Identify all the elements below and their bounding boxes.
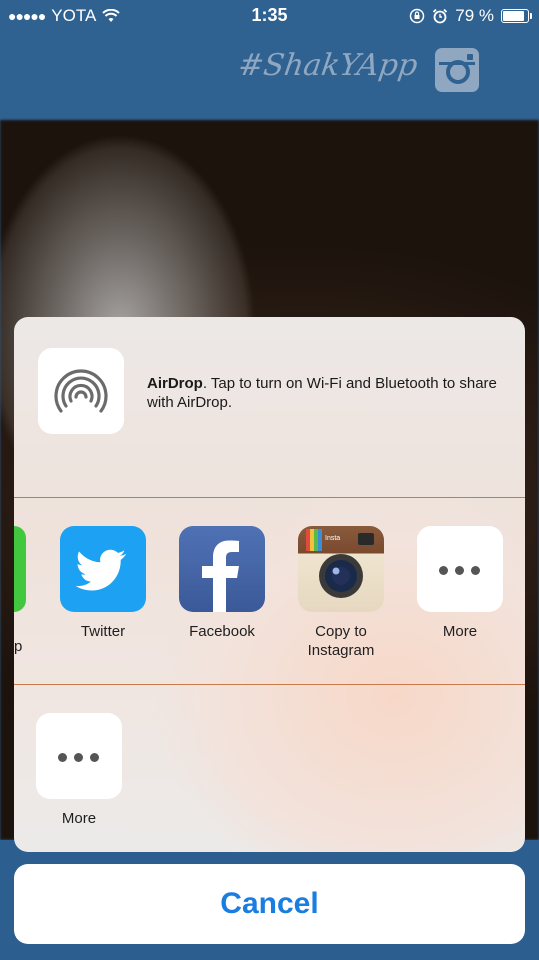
- status-bar: ●●●●● YOTA 1:35 79 %: [0, 0, 539, 32]
- battery-percent: 79 %: [455, 6, 494, 25]
- battery-icon: [501, 9, 532, 23]
- svg-text:Insta: Insta: [325, 535, 340, 542]
- twitter-icon: [60, 526, 146, 612]
- app-header: ●●●●● YOTA 1:35 79 % #ShakYApp: [0, 0, 539, 120]
- airdrop-title: AirDrop: [147, 375, 203, 392]
- share-apps-row: p Twitter Facebook Insta Copy to Instagr…: [14, 498, 525, 684]
- copy-to-instagram-label: Copy to Instagram: [307, 623, 375, 659]
- airdrop-icon[interactable]: [38, 348, 124, 434]
- alarm-icon: [433, 8, 448, 24]
- airdrop-row[interactable]: AirDrop. Tap to turn on Wi-Fi and Blueto…: [14, 317, 525, 497]
- share-more[interactable]: More: [410, 526, 510, 641]
- facebook-label: Facebook: [189, 623, 255, 640]
- instagram-icon[interactable]: [435, 48, 479, 92]
- airdrop-description: AirDrop. Tap to turn on Wi-Fi and Blueto…: [147, 374, 507, 412]
- share-copy-to-instagram[interactable]: Insta Copy to Instagram: [291, 526, 391, 660]
- facebook-icon: [179, 526, 265, 612]
- more-label: More: [442, 623, 478, 640]
- cancel-button[interactable]: Cancel: [14, 864, 525, 944]
- more-dots-icon: [36, 713, 122, 799]
- instagram-camera-icon: Insta: [298, 526, 384, 612]
- share-twitter[interactable]: Twitter: [53, 526, 153, 641]
- share-sheet: AirDrop. Tap to turn on Wi-Fi and Blueto…: [14, 317, 525, 852]
- app-title: #ShakYApp: [236, 48, 420, 83]
- messages-app-icon[interactable]: [14, 526, 26, 612]
- share-facebook[interactable]: Facebook: [172, 526, 272, 641]
- action-more[interactable]: More: [29, 713, 129, 828]
- share-actions-row: More: [14, 685, 525, 852]
- twitter-label: Twitter: [80, 623, 126, 640]
- partial-app-label: p: [14, 638, 23, 655]
- orientation-lock-icon: [410, 8, 425, 24]
- action-more-label: More: [61, 810, 97, 827]
- more-dots-icon: [417, 526, 503, 612]
